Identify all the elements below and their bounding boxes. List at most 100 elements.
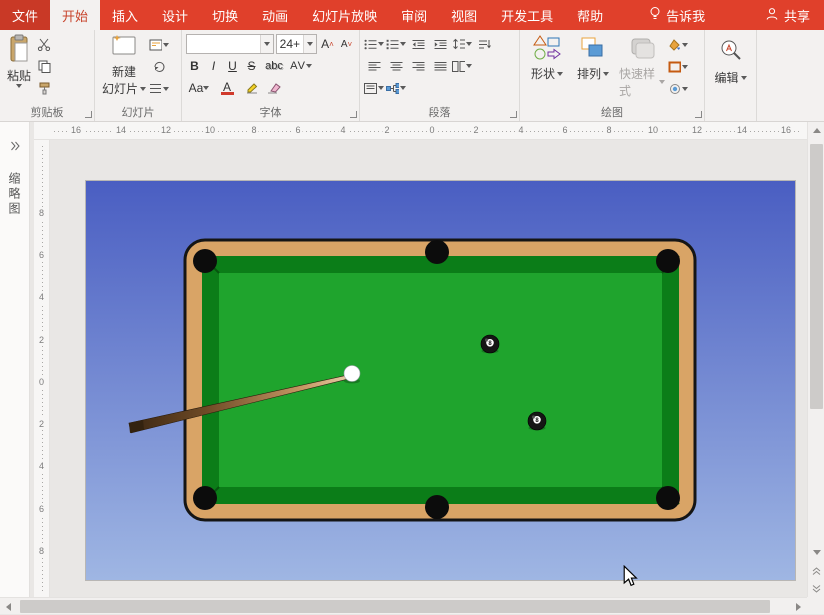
pocket-top-middle bbox=[425, 240, 449, 264]
pocket-bottom-left bbox=[193, 486, 217, 510]
vertical-scroll-thumb[interactable] bbox=[810, 144, 823, 409]
clipboard-dialog-launcher[interactable] bbox=[85, 111, 92, 118]
convert-to-smartart-button[interactable] bbox=[386, 79, 406, 98]
expand-pane-icon[interactable] bbox=[10, 138, 20, 156]
font-size-dropdown[interactable] bbox=[303, 35, 316, 53]
edit-button[interactable]: 编辑 bbox=[709, 37, 752, 87]
tell-me[interactable]: 告诉我 bbox=[641, 0, 713, 30]
shapes-icon bbox=[532, 34, 562, 65]
lightbulb-icon bbox=[649, 6, 661, 24]
align-left-button[interactable] bbox=[364, 57, 384, 76]
scroll-up-button[interactable] bbox=[808, 122, 824, 139]
paragraph-dialog-launcher[interactable] bbox=[510, 111, 517, 118]
quick-styles-button[interactable]: 快速样式 bbox=[616, 33, 668, 100]
shapes-button[interactable]: 形状 bbox=[524, 33, 570, 100]
previous-slide-button[interactable] bbox=[808, 562, 824, 579]
italic-button[interactable]: I bbox=[205, 57, 222, 75]
text-direction-button[interactable] bbox=[474, 35, 494, 54]
shape-fill-button[interactable] bbox=[668, 35, 688, 54]
thumbnail-pane-collapsed[interactable]: 缩略图 bbox=[0, 122, 30, 597]
next-slide-button[interactable] bbox=[808, 580, 824, 597]
grow-font-button[interactable]: A˄ bbox=[319, 35, 336, 53]
layout-button[interactable] bbox=[149, 35, 169, 54]
increase-indent-icon bbox=[434, 39, 447, 50]
eight-ball-2-shape[interactable]: 8 bbox=[528, 412, 546, 430]
new-slide-icon bbox=[110, 34, 138, 63]
bold-button[interactable]: B bbox=[186, 57, 203, 75]
line-spacing-icon bbox=[452, 38, 465, 50]
align-text-button[interactable] bbox=[364, 79, 384, 98]
tab-animations[interactable]: 动画 bbox=[250, 0, 300, 30]
clear-formatting-button[interactable] bbox=[264, 79, 284, 98]
format-painter-button[interactable] bbox=[34, 79, 54, 98]
underline-button[interactable]: U bbox=[224, 57, 241, 75]
font-name-dropdown[interactable] bbox=[260, 35, 273, 53]
new-slide-button[interactable]: 新建 幻灯片 bbox=[99, 33, 149, 98]
shrink-font-button[interactable]: A˅ bbox=[338, 35, 355, 53]
tab-review[interactable]: 审阅 bbox=[389, 0, 439, 30]
decrease-indent-button[interactable] bbox=[408, 35, 428, 54]
change-case-button[interactable]: Aa bbox=[186, 79, 212, 97]
columns-icon bbox=[452, 61, 465, 72]
slide-canvas[interactable]: 8 8 bbox=[86, 181, 795, 580]
increase-indent-button[interactable] bbox=[430, 35, 450, 54]
scroll-right-button[interactable] bbox=[790, 598, 807, 615]
text-highlight-button[interactable] bbox=[242, 79, 262, 98]
tab-insert[interactable]: 插入 bbox=[100, 0, 150, 30]
shape-effects-icon bbox=[668, 83, 681, 95]
cut-button[interactable] bbox=[34, 35, 54, 54]
cue-ball-shape[interactable] bbox=[344, 366, 360, 384]
drawing-dialog-launcher[interactable] bbox=[695, 111, 702, 118]
columns-button[interactable] bbox=[452, 57, 472, 76]
justify-icon bbox=[434, 61, 447, 72]
section-button[interactable] bbox=[149, 79, 169, 98]
pane-collapsed-label: 缩略图 bbox=[6, 172, 23, 217]
tab-home[interactable]: 开始 bbox=[50, 0, 100, 30]
align-right-button[interactable] bbox=[408, 57, 428, 76]
reset-icon bbox=[153, 61, 166, 73]
justify-button[interactable] bbox=[430, 57, 450, 76]
font-color-button[interactable]: A bbox=[214, 79, 240, 97]
line-spacing-button[interactable] bbox=[452, 35, 472, 54]
shape-effects-button[interactable] bbox=[668, 79, 688, 98]
strikethrough-button[interactable]: S bbox=[243, 57, 260, 75]
horizontal-scroll-thumb[interactable] bbox=[20, 600, 770, 613]
bullets-button[interactable] bbox=[364, 35, 384, 54]
scroll-down-button[interactable] bbox=[808, 544, 824, 561]
share-button[interactable]: 共享 bbox=[751, 0, 824, 30]
text-shadow-button[interactable]: abc bbox=[262, 57, 286, 75]
font-size-combobox[interactable]: 24+ bbox=[276, 34, 317, 54]
tab-transitions[interactable]: 切换 bbox=[200, 0, 250, 30]
shape-fill-dropdown-icon bbox=[682, 43, 688, 47]
copy-button[interactable] bbox=[34, 57, 54, 76]
vertical-scrollbar[interactable] bbox=[807, 122, 824, 597]
tab-design[interactable]: 设计 bbox=[150, 0, 200, 30]
font-name-combobox[interactable] bbox=[186, 34, 274, 54]
shape-outline-button[interactable] bbox=[668, 57, 688, 76]
edit-label: 编辑 bbox=[714, 69, 738, 86]
tab-view[interactable]: 视图 bbox=[439, 0, 489, 30]
horizontal-scrollbar[interactable] bbox=[0, 597, 807, 614]
pocket-bottom-right bbox=[656, 486, 680, 510]
tab-slideshow[interactable]: 幻灯片放映 bbox=[300, 0, 389, 30]
font-color-swatch bbox=[221, 92, 234, 95]
arrange-button[interactable]: 排列 bbox=[570, 33, 616, 100]
tab-help[interactable]: 帮助 bbox=[565, 0, 615, 30]
character-spacing-button[interactable]: AV bbox=[288, 57, 314, 75]
paste-button[interactable]: 粘贴 bbox=[4, 33, 34, 98]
numbering-button[interactable] bbox=[386, 35, 406, 54]
tab-file[interactable]: 文件 bbox=[0, 0, 50, 30]
tell-me-label: 告诉我 bbox=[666, 6, 705, 25]
pool-table-shape[interactable] bbox=[185, 240, 695, 520]
smartart-icon bbox=[386, 83, 399, 94]
scissors-icon bbox=[37, 38, 51, 51]
scroll-left-button[interactable] bbox=[0, 598, 17, 615]
paragraph-group-label: 段落 bbox=[429, 107, 451, 119]
font-size-value: 24+ bbox=[277, 37, 303, 51]
shape-fill-icon bbox=[668, 39, 681, 51]
reset-button[interactable] bbox=[149, 57, 169, 76]
align-center-button[interactable] bbox=[386, 57, 406, 76]
font-dialog-launcher[interactable] bbox=[350, 111, 357, 118]
eight-ball-1-shape[interactable]: 8 bbox=[481, 335, 499, 353]
tab-developer[interactable]: 开发工具 bbox=[489, 0, 565, 30]
